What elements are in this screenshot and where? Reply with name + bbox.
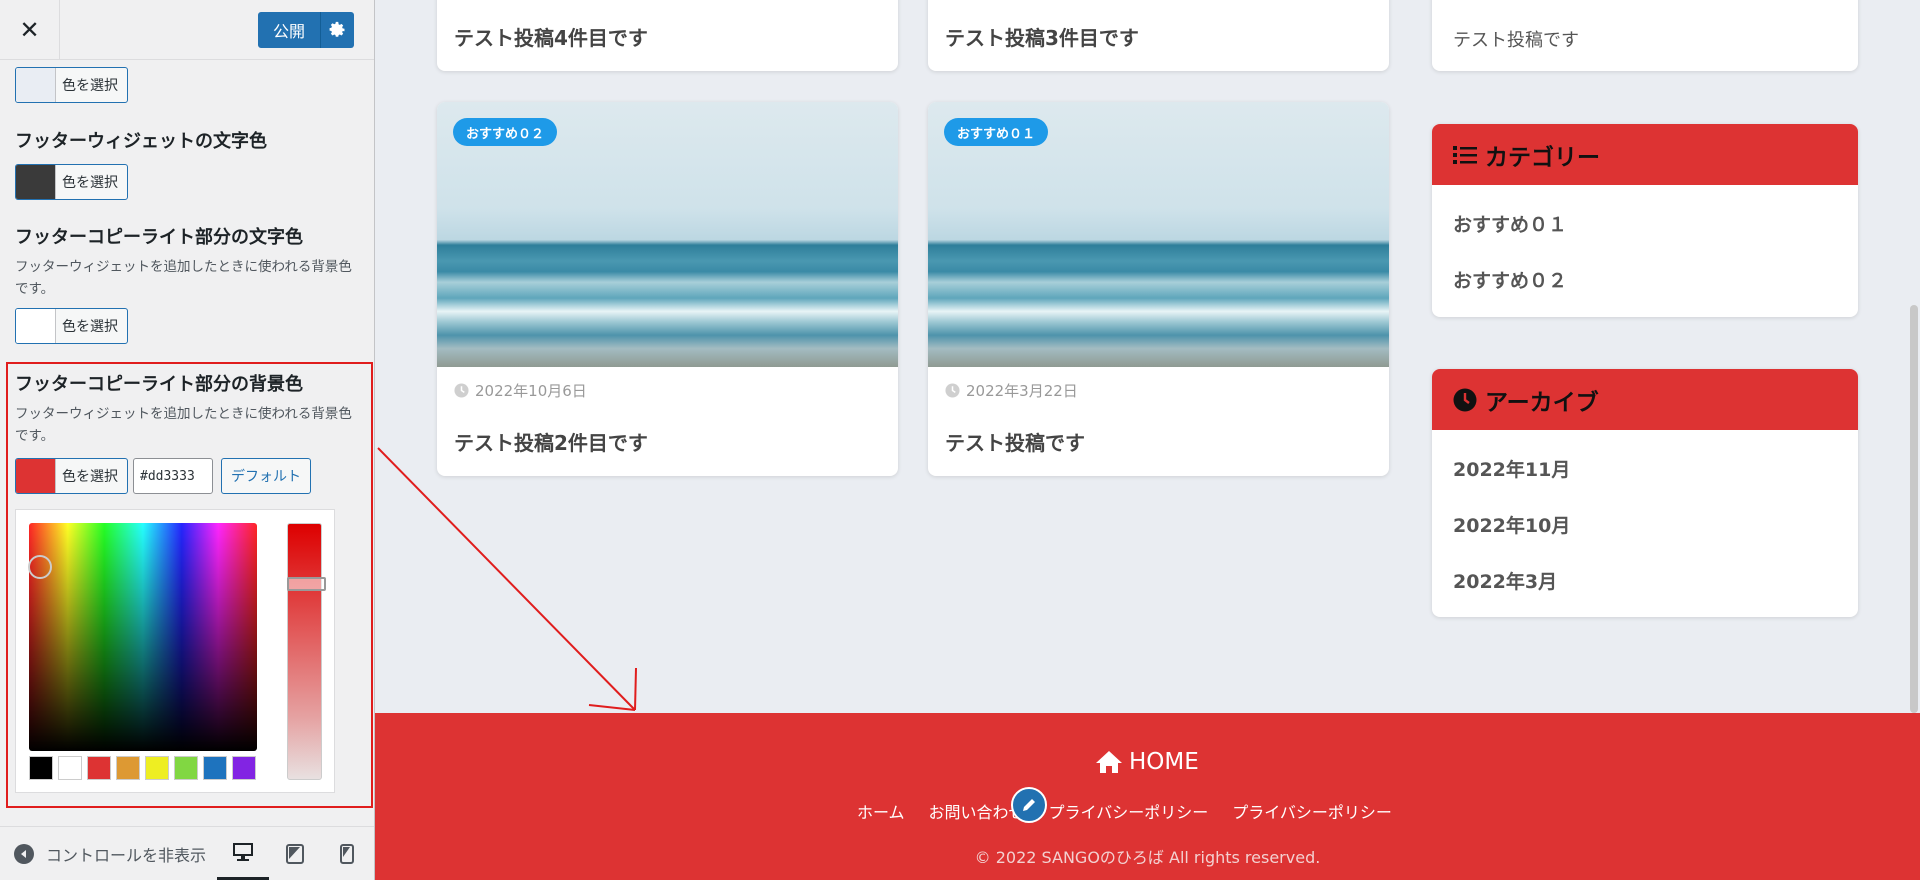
preview-scrollbar[interactable] — [1910, 305, 1918, 713]
control-description: フッターウィジェットを追加したときに使われる背景色です。 — [15, 406, 352, 444]
footer-nav: ホーム お問い合わせ プライバシーポリシー プライバシーポリシー — [857, 799, 1392, 823]
clock-icon — [945, 383, 960, 398]
site-preview: テスト投稿4件目です テスト投稿3件目です おすすめ０２ 2022年10月6日 … — [375, 0, 1920, 880]
post-title: テスト投稿2件目です — [454, 431, 648, 455]
archive-link[interactable]: 2022年11月 — [1453, 455, 1570, 482]
list-icon — [1453, 145, 1477, 164]
publish-group: 公開 — [258, 12, 354, 48]
hue-slider[interactable] — [287, 523, 326, 780]
footer-home-link[interactable]: HOME — [1095, 749, 1199, 775]
select-color-button[interactable]: 色を選択 — [15, 308, 128, 344]
category-badge: おすすめ０１ — [944, 118, 1049, 146]
post-date-text: 2022年10月6日 — [475, 382, 587, 400]
copyright-text: © 2022 SANGOのひろば All rights reserved. — [974, 848, 1321, 867]
customizer-footer: コントロールを非表示 — [0, 826, 374, 880]
control-title: フッターコピーライト部分の文字色 — [15, 227, 303, 248]
palette-swatch[interactable] — [58, 756, 82, 780]
saturation-area[interactable] — [28, 523, 257, 751]
footer-nav-link[interactable]: プライバシーポリシー — [1049, 799, 1209, 823]
publish-button[interactable]: 公開 — [258, 12, 320, 48]
category-badge: おすすめ０２ — [453, 118, 558, 146]
mobile-icon — [340, 844, 354, 864]
close-customizer-button[interactable]: ✕ — [0, 0, 60, 59]
select-color-button[interactable]: 色を選択 — [15, 67, 128, 103]
hex-color-input[interactable] — [133, 458, 213, 494]
palette-swatch[interactable] — [232, 756, 256, 780]
footer-copyright-text-color-control: フッターコピーライト部分の文字色 フッターウィジェットを追加したときに使われる背… — [15, 226, 360, 344]
color-swatch — [16, 309, 56, 343]
preview-mobile-button[interactable] — [321, 827, 373, 880]
select-color-label: 色を選択 — [62, 469, 118, 485]
post-card[interactable]: テスト投稿3件目です — [928, 0, 1389, 71]
arrow-left-icon — [14, 844, 34, 864]
post-card[interactable]: テスト投稿4件目です — [437, 0, 898, 71]
site-footer: HOME ホーム お問い合わせ プライバシーポリシー プライバシーポリシー © … — [375, 713, 1920, 880]
category-link[interactable]: おすすめ０２ — [1453, 266, 1567, 293]
widget-header: カテゴリー — [1432, 124, 1858, 185]
preview-tablet-button[interactable] — [269, 827, 321, 880]
control-title: フッターコピーライト部分の背景色 — [15, 374, 303, 395]
preview-desktop-button[interactable] — [217, 827, 269, 880]
color-swatch — [16, 459, 56, 493]
edit-shortcut-button[interactable] — [1011, 787, 1047, 823]
post-date: 2022年3月22日 — [945, 380, 1078, 401]
footer-widget-text-color-control: フッターウィジェットの文字色 色を選択 — [15, 130, 267, 200]
select-color-button[interactable]: 色を選択 — [15, 458, 128, 494]
collapse-controls-button[interactable]: コントロールを非表示 — [14, 827, 206, 880]
footer-nav-link[interactable]: プライバシーポリシー — [1232, 799, 1392, 823]
collapse-controls-label: コントロールを非表示 — [46, 846, 207, 865]
recent-posts-widget: テスト投稿です — [1432, 0, 1858, 71]
category-widget: カテゴリー おすすめ０１ おすすめ０２ — [1432, 124, 1858, 317]
select-color-button[interactable]: 色を選択 — [15, 164, 128, 200]
post-title: テスト投稿です — [945, 431, 1085, 455]
palette-swatch[interactable] — [145, 756, 169, 780]
tablet-icon — [286, 844, 304, 864]
post-title: テスト投稿3件目です — [945, 26, 1139, 50]
footer-home-label: HOME — [1129, 749, 1199, 775]
desktop-icon — [233, 843, 253, 861]
palette-swatch[interactable] — [174, 756, 198, 780]
palette-swatch[interactable] — [87, 756, 111, 780]
saturation-handle[interactable] — [28, 555, 52, 579]
color-swatch — [16, 165, 56, 199]
widget-header: アーカイブ — [1432, 369, 1858, 430]
clock-icon — [1453, 388, 1477, 411]
post-date-text: 2022年3月22日 — [966, 382, 1078, 400]
control-title: フッターウィジェットの文字色 — [15, 131, 267, 152]
color-picker — [15, 509, 335, 793]
widget-title: アーカイブ — [1485, 389, 1599, 416]
clock-icon — [454, 383, 469, 398]
hue-slider-handle[interactable] — [287, 577, 326, 591]
default-color-button[interactable]: デフォルト — [221, 458, 311, 494]
select-color-label: 色を選択 — [62, 78, 118, 94]
customizer-panel: ✕ 公開 色を選択 フッターウィジェットの文字色 色を選択 フッターコピーライト… — [0, 0, 375, 880]
color-select-wrap: 色を選択 — [15, 458, 128, 494]
customizer-header: ✕ 公開 — [0, 0, 374, 60]
archive-link[interactable]: 2022年10月 — [1453, 511, 1570, 538]
home-icon — [1096, 751, 1122, 773]
widget-link[interactable]: テスト投稿です — [1453, 26, 1579, 52]
archive-widget: アーカイブ 2022年11月 2022年10月 2022年3月 — [1432, 369, 1858, 617]
palette-swatch[interactable] — [116, 756, 140, 780]
gear-icon — [329, 21, 344, 37]
post-card[interactable]: おすすめ０２ 2022年10月6日 テスト投稿2件目です — [437, 102, 898, 476]
widget-title: カテゴリー — [1485, 144, 1600, 171]
footer-copyright-bg-color-control: フッターコピーライト部分の背景色 フッターウィジェットを追加したときに使われる背… — [15, 373, 360, 447]
color-swatch — [16, 68, 56, 102]
palette-swatch[interactable] — [203, 756, 227, 780]
post-card[interactable]: おすすめ０１ 2022年3月22日 テスト投稿です — [928, 102, 1389, 476]
color-control: 色を選択 — [15, 67, 128, 103]
control-description: フッターウィジェットを追加したときに使われる背景色です。 — [15, 259, 352, 297]
color-palettes — [29, 756, 256, 780]
select-color-label: 色を選択 — [62, 175, 118, 191]
select-color-label: 色を選択 — [62, 319, 118, 335]
archive-link[interactable]: 2022年3月 — [1453, 567, 1557, 594]
footer-nav-link[interactable]: ホーム — [857, 799, 905, 823]
publish-settings-button[interactable] — [320, 12, 354, 48]
pencil-icon — [1023, 799, 1035, 811]
category-link[interactable]: おすすめ０１ — [1453, 210, 1567, 237]
post-date: 2022年10月6日 — [454, 380, 587, 401]
palette-swatch[interactable] — [29, 756, 53, 780]
post-title: テスト投稿4件目です — [454, 26, 648, 50]
